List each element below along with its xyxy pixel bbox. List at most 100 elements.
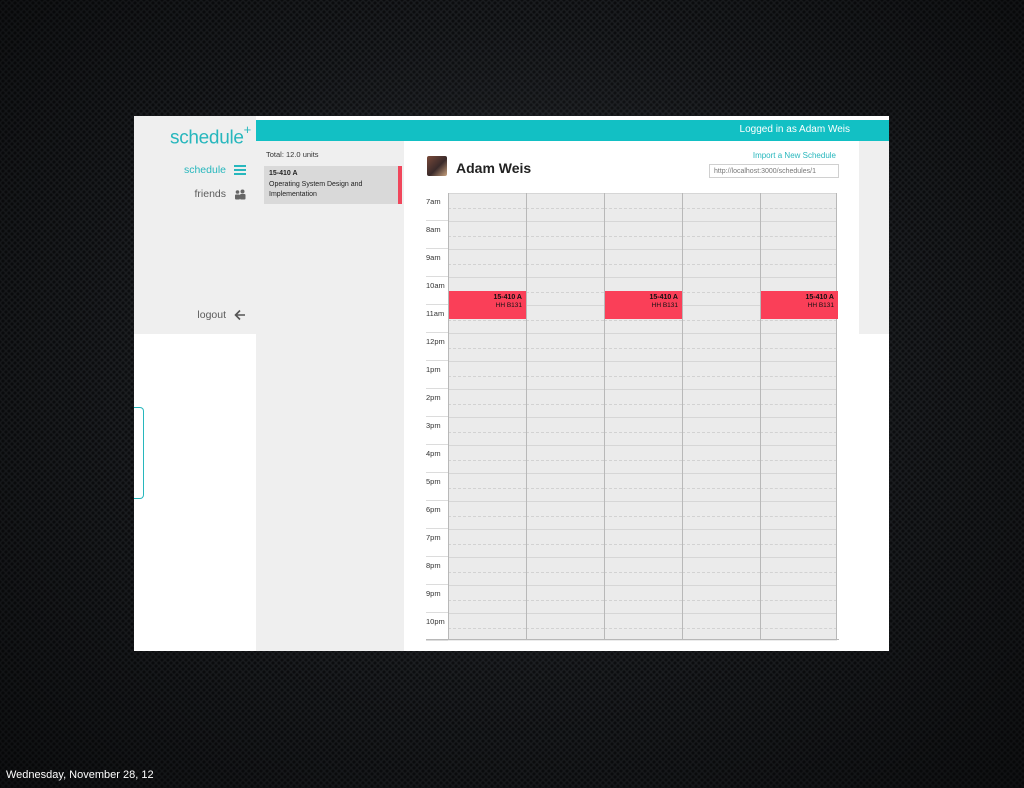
- time-slot[interactable]: [526, 221, 604, 249]
- side-widget[interactable]: [134, 407, 144, 499]
- time-slot[interactable]: [604, 417, 682, 445]
- time-slot[interactable]: [604, 501, 682, 529]
- time-slot[interactable]: [682, 613, 760, 641]
- time-slot[interactable]: [604, 333, 682, 361]
- time-slot[interactable]: [604, 557, 682, 585]
- time-slot[interactable]: [448, 445, 526, 473]
- time-slot[interactable]: [604, 613, 682, 641]
- time-slot[interactable]: [760, 193, 837, 221]
- time-slot[interactable]: [682, 277, 760, 305]
- time-slot[interactable]: [682, 221, 760, 249]
- time-slot[interactable]: [760, 417, 837, 445]
- time-slot[interactable]: [760, 333, 837, 361]
- time-slot[interactable]: [448, 249, 526, 277]
- course-card[interactable]: 15-410 A Operating System Design and Imp…: [264, 166, 402, 204]
- time-slot[interactable]: [760, 501, 837, 529]
- time-slot[interactable]: [604, 585, 682, 613]
- time-slot[interactable]: [760, 613, 837, 641]
- time-slot[interactable]: [526, 333, 604, 361]
- time-slot[interactable]: [682, 389, 760, 417]
- time-slot[interactable]: [604, 221, 682, 249]
- time-slot[interactable]: [760, 389, 837, 417]
- time-slot[interactable]: [682, 529, 760, 557]
- event-room: HH B131: [495, 302, 522, 309]
- time-slot[interactable]: [604, 445, 682, 473]
- time-slot[interactable]: [760, 361, 837, 389]
- time-slot[interactable]: [448, 221, 526, 249]
- time-slot[interactable]: [760, 249, 837, 277]
- nav-item-label: schedule: [183, 164, 226, 176]
- time-slot[interactable]: [682, 473, 760, 501]
- share-url-field[interactable]: http://localhost:3000/schedules/1: [709, 164, 839, 178]
- time-slot[interactable]: [526, 501, 604, 529]
- time-slot[interactable]: [682, 193, 760, 221]
- hour-label: 3pm: [426, 421, 441, 430]
- time-slot[interactable]: [526, 557, 604, 585]
- time-slot[interactable]: [448, 361, 526, 389]
- time-slot[interactable]: [526, 361, 604, 389]
- time-slot[interactable]: [526, 249, 604, 277]
- time-slot[interactable]: [448, 613, 526, 641]
- hour-label: 9pm: [426, 589, 441, 598]
- hour-label: 6pm: [426, 505, 441, 514]
- time-slot[interactable]: [682, 585, 760, 613]
- import-schedule-link[interactable]: Import a New Schedule: [753, 151, 836, 160]
- time-slot[interactable]: [448, 529, 526, 557]
- time-slot[interactable]: [760, 221, 837, 249]
- time-slot[interactable]: [448, 585, 526, 613]
- calendar-event[interactable]: 15-410 A HH B131: [761, 291, 838, 319]
- time-slot[interactable]: [682, 557, 760, 585]
- time-slot[interactable]: [604, 249, 682, 277]
- time-slot[interactable]: [526, 529, 604, 557]
- hour-label: 10am: [426, 281, 445, 290]
- time-slot[interactable]: [604, 389, 682, 417]
- logout-button[interactable]: logout: [197, 309, 246, 321]
- nav-item-schedule[interactable]: schedule: [184, 164, 246, 176]
- login-status: Logged in as Adam Weis: [739, 124, 850, 135]
- time-slot[interactable]: [526, 193, 604, 221]
- nav-item-friends[interactable]: friends: [194, 188, 246, 200]
- app-logo[interactable]: schedule+: [170, 122, 251, 149]
- time-slot[interactable]: [682, 305, 760, 333]
- calendar-event[interactable]: 15-410 A HH B131: [605, 291, 682, 319]
- time-slot[interactable]: [448, 417, 526, 445]
- time-slot[interactable]: [760, 557, 837, 585]
- time-slot[interactable]: [682, 333, 760, 361]
- time-slot[interactable]: [526, 445, 604, 473]
- time-slot[interactable]: [448, 557, 526, 585]
- time-slot[interactable]: [526, 585, 604, 613]
- time-slot[interactable]: [682, 249, 760, 277]
- time-slot[interactable]: [682, 417, 760, 445]
- course-code: 15-410 A: [269, 170, 298, 177]
- time-slot[interactable]: [526, 277, 604, 305]
- time-slot[interactable]: [526, 417, 604, 445]
- time-slot[interactable]: [760, 473, 837, 501]
- time-slot[interactable]: [526, 473, 604, 501]
- time-slot[interactable]: [604, 529, 682, 557]
- hour-label: 7am: [426, 197, 441, 206]
- time-slot[interactable]: [682, 445, 760, 473]
- time-slot[interactable]: [526, 305, 604, 333]
- hour-row: 10pm: [426, 613, 839, 641]
- time-slot[interactable]: [604, 193, 682, 221]
- time-slot[interactable]: [760, 445, 837, 473]
- time-slot[interactable]: [448, 333, 526, 361]
- time-slot[interactable]: [526, 389, 604, 417]
- main-area: Logged in as Adam Weis Total: 12.0 units…: [256, 120, 889, 651]
- course-title: Operating System Design and Implementati…: [269, 181, 363, 198]
- time-slot[interactable]: [682, 501, 760, 529]
- time-slot[interactable]: [760, 585, 837, 613]
- left-nav: schedule+ schedule friends logout: [134, 116, 256, 334]
- schedule-view: Adam Weis Import a New Schedule http://l…: [404, 141, 859, 651]
- avatar: [427, 156, 447, 176]
- time-slot[interactable]: [448, 501, 526, 529]
- time-slot[interactable]: [448, 473, 526, 501]
- time-slot[interactable]: [604, 361, 682, 389]
- time-slot[interactable]: [448, 193, 526, 221]
- time-slot[interactable]: [526, 613, 604, 641]
- time-slot[interactable]: [682, 361, 760, 389]
- time-slot[interactable]: [604, 473, 682, 501]
- time-slot[interactable]: [760, 529, 837, 557]
- time-slot[interactable]: [448, 389, 526, 417]
- calendar-event[interactable]: 15-410 A HH B131: [449, 291, 526, 319]
